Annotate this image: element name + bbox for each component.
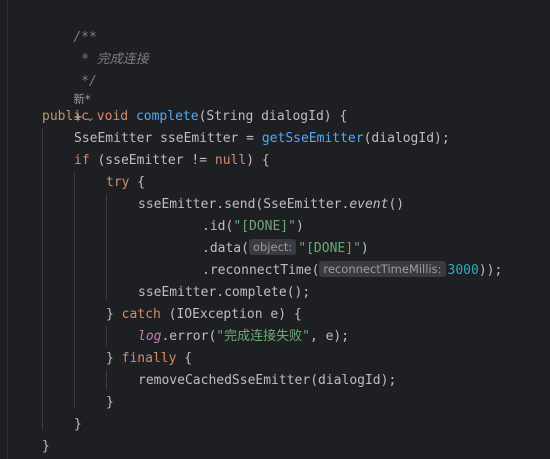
static-field: log	[138, 329, 162, 344]
keyword: finally	[121, 351, 177, 366]
code-text: }	[106, 351, 122, 366]
closing-brace: }	[42, 439, 50, 454]
keyword: catch	[121, 307, 161, 322]
code-text: sseEmitter.complete();	[138, 285, 311, 300]
number-literal: 3000	[447, 263, 479, 278]
code-line-try: try {	[106, 172, 145, 194]
keyword: try	[106, 175, 130, 190]
string-literal: "[DONE]"	[298, 241, 361, 256]
indent-guide	[42, 128, 43, 430]
string-literal: "完成连接失败"	[216, 329, 310, 344]
code-line-comment-close: */	[42, 49, 97, 89]
code-text: (IOException e) {	[160, 307, 302, 322]
code-line-close-if: }	[74, 414, 82, 436]
string-literal: "[DONE]"	[233, 219, 296, 234]
method-call: removeCachedSseEmitter	[138, 373, 311, 388]
code-line-comment-open: /**	[42, 5, 96, 45]
code-text: {	[176, 351, 193, 366]
code-line-declaration: SseEmitter sseEmitter = getSseEmitter(di…	[74, 128, 450, 150]
code-line-if: if (sseEmitter != null) {	[74, 150, 270, 172]
keyword: if	[74, 153, 90, 168]
code-line-log-error: log.error("完成连接失败", e);	[138, 326, 349, 348]
code-text: (dialogId);	[310, 373, 397, 388]
method-name: complete	[135, 109, 199, 124]
code-text: , e);	[309, 329, 350, 344]
code-text: )	[360, 241, 369, 256]
indent-guide	[106, 194, 107, 300]
code-text: }	[106, 307, 122, 322]
code-text: (dialogId);	[363, 131, 450, 146]
code-text: (String dialogId) {	[198, 109, 348, 124]
code-text: {	[129, 175, 146, 190]
code-text: ) {	[246, 153, 270, 168]
code-line-finally: } finally {	[106, 348, 192, 370]
code-text: )	[295, 219, 304, 234]
code-line-send: sseEmitter.send(SseEmitter.event()	[138, 194, 404, 216]
gutter-divider	[7, 0, 8, 459]
code-line-remove-cached: removeCachedSseEmitter(dialogId);	[138, 370, 396, 392]
indent-guide	[106, 370, 107, 390]
parameter-hint: object:	[248, 239, 297, 255]
method-call: getSseEmitter	[261, 131, 364, 146]
code-line-data: .data(object: "[DONE]")	[202, 238, 369, 260]
code-line-close-finally: }	[106, 392, 114, 414]
closing-brace: }	[74, 417, 82, 432]
code-line-catch: } catch (IOException e) {	[106, 304, 302, 326]
code-text: .reconnectTime(	[202, 263, 320, 278]
code-text: ()	[388, 197, 405, 212]
code-lens-author[interactable]: 新*	[42, 72, 90, 106]
code-text: (sseEmitter !=	[89, 153, 215, 168]
code-line-comment-text: * 完成连接	[42, 27, 149, 67]
indent-guide	[74, 172, 75, 408]
code-text: ));	[478, 263, 503, 278]
code-line-method-signature: public void complete(String dialogId) {	[42, 106, 347, 128]
parameter-hint: reconnectTimeMillis:	[319, 261, 446, 277]
code-text: SseEmitter sseEmitter =	[74, 131, 262, 146]
code-text: .error(	[161, 329, 217, 344]
code-line-reconnect: .reconnectTime(reconnectTimeMillis: 3000)…	[202, 260, 502, 282]
code-text: .id(	[202, 219, 234, 234]
code-line-close-method: }	[42, 436, 50, 458]
indent-guide	[106, 326, 107, 346]
closing-brace: }	[106, 395, 114, 410]
code-line-id: .id("[DONE]")	[202, 216, 304, 238]
code-text: sseEmitter.send(SseEmitter.	[138, 197, 350, 212]
code-editor[interactable]: /** * 完成连接 */ 新* ⌄ public void complete(…	[0, 0, 550, 459]
keyword: public	[42, 109, 89, 124]
code-text: .data(	[202, 241, 249, 256]
keyword: null	[214, 153, 247, 168]
static-method-call: event	[349, 197, 389, 212]
code-line-complete-call: sseEmitter.complete();	[138, 282, 310, 304]
keyword: void	[96, 109, 129, 124]
